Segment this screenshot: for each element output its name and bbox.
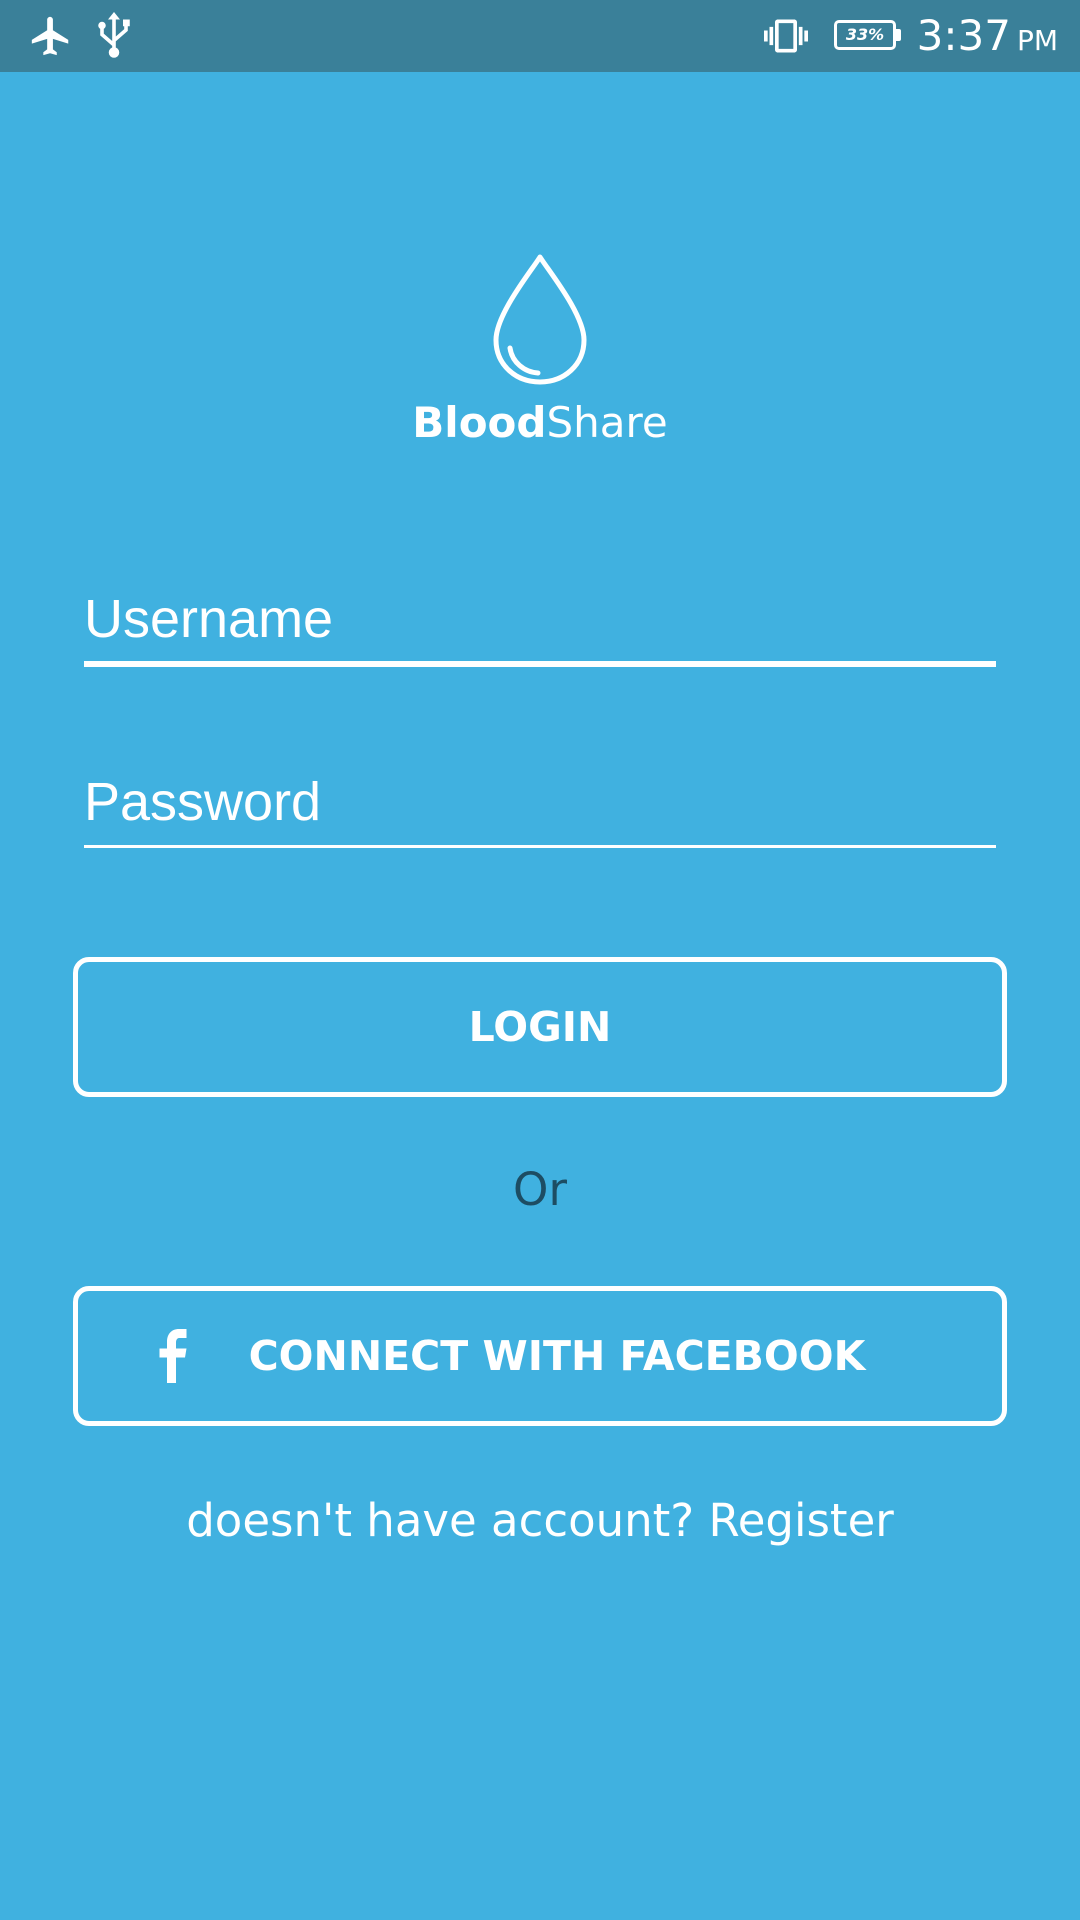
app-brand-name: BloodShare	[0, 398, 1080, 447]
facebook-button-label: CONNECT WITH FACEBOOK	[248, 1332, 866, 1380]
battery-icon: 33%	[834, 20, 901, 50]
login-button-label: LOGIN	[468, 1003, 612, 1051]
or-divider-text: Or	[513, 1163, 567, 1216]
clock-ampm: PM	[1016, 24, 1058, 57]
facebook-f-icon	[159, 1329, 187, 1383]
status-bar: 33% 3:37 PM	[0, 0, 1080, 72]
register-link[interactable]: doesn't have account? Register	[0, 1494, 1080, 1547]
password-input[interactable]	[84, 758, 996, 845]
facebook-connect-button[interactable]: CONNECT WITH FACEBOOK	[73, 1286, 1007, 1426]
airplane-mode-icon	[28, 0, 74, 72]
usb-icon	[96, 0, 132, 72]
brand-bold: Blood	[412, 398, 547, 447]
clock-time: 3:37	[916, 11, 1011, 60]
username-input[interactable]	[84, 577, 996, 661]
blood-drop-icon	[493, 254, 587, 385]
password-field	[84, 758, 996, 848]
brand-light: Share	[546, 398, 668, 447]
battery-percent: 33%	[845, 25, 885, 44]
vibrate-icon	[764, 0, 808, 72]
username-field	[84, 577, 996, 667]
status-clock: 3:37 PM	[917, 0, 1058, 72]
login-button[interactable]: LOGIN	[73, 957, 1007, 1097]
